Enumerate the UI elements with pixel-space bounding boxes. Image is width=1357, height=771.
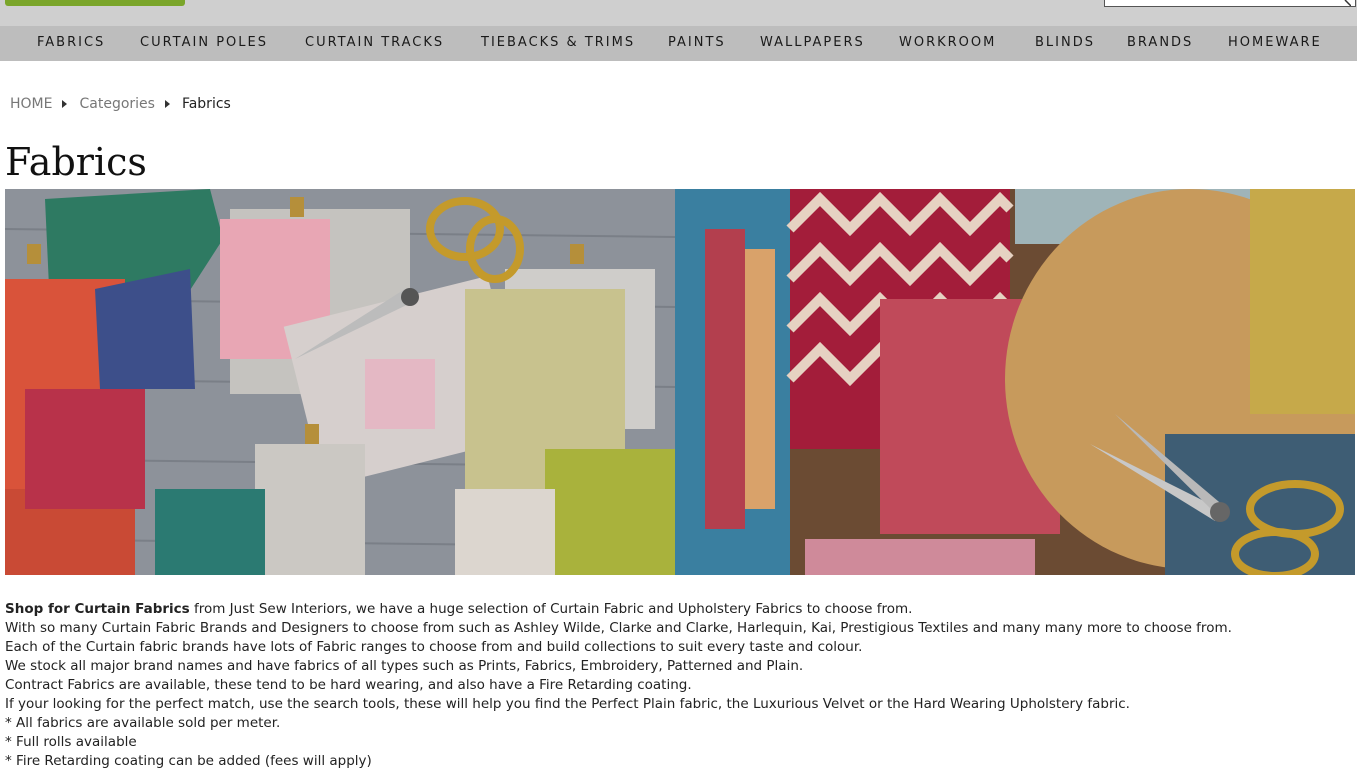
main-navigation: FABRICS CURTAIN POLES CURTAIN TRACKS TIE… — [0, 26, 1357, 61]
breadcrumb: HOME Categories Fabrics — [10, 96, 231, 112]
search-input[interactable] — [1104, 0, 1356, 7]
search-icon[interactable] — [1343, 0, 1351, 6]
description-lead-text: from Just Sew Interiors, we have a huge … — [189, 601, 913, 617]
description-line: With so many Curtain Fabric Brands and D… — [5, 620, 1232, 636]
description-line: * All fabrics are available sold per met… — [5, 715, 281, 731]
category-banner-image — [5, 189, 1355, 575]
breadcrumb-arrow-icon — [164, 99, 170, 108]
nav-item-workroom[interactable]: WORKROOM — [899, 26, 996, 61]
nav-item-fabrics[interactable]: FABRICS — [37, 26, 105, 61]
breadcrumb-categories[interactable]: Categories — [79, 96, 154, 112]
page-title: Fabrics — [5, 140, 147, 184]
description-line: * Fire Retarding coating can be added (f… — [5, 753, 372, 769]
fabric-swatches-photo — [5, 189, 1355, 575]
description-line: * Full rolls available — [5, 734, 137, 750]
nav-item-tiebacks-trims[interactable]: TIEBACKS & TRIMS — [481, 26, 635, 61]
description-line: Shop for Curtain Fabrics from Just Sew I… — [5, 600, 1350, 619]
nav-item-curtain-poles[interactable]: CURTAIN POLES — [140, 26, 268, 61]
breadcrumb-home[interactable]: HOME — [10, 96, 52, 112]
nav-item-blinds[interactable]: BLINDS — [1035, 26, 1095, 61]
description-lead-bold: Shop for Curtain Fabrics — [5, 601, 190, 617]
category-description: Shop for Curtain Fabrics from Just Sew I… — [5, 600, 1350, 771]
description-line: If your looking for the perfect match, u… — [5, 696, 1130, 712]
nav-item-paints[interactable]: PAINTS — [668, 26, 726, 61]
header-action-button[interactable] — [5, 0, 185, 6]
nav-item-curtain-tracks[interactable]: CURTAIN TRACKS — [305, 26, 444, 61]
nav-item-homeware[interactable]: HOMEWARE — [1228, 26, 1322, 61]
nav-item-brands[interactable]: BRANDS — [1127, 26, 1193, 61]
description-line: Contract Fabrics are available, these te… — [5, 677, 692, 693]
breadcrumb-current: Fabrics — [181, 96, 231, 112]
top-bar — [0, 0, 1357, 26]
description-line: Each of the Curtain fabric brands have l… — [5, 639, 863, 655]
breadcrumb-arrow-icon — [62, 99, 68, 108]
nav-item-wallpapers[interactable]: WALLPAPERS — [760, 26, 865, 61]
description-line: We stock all major brand names and have … — [5, 658, 804, 674]
